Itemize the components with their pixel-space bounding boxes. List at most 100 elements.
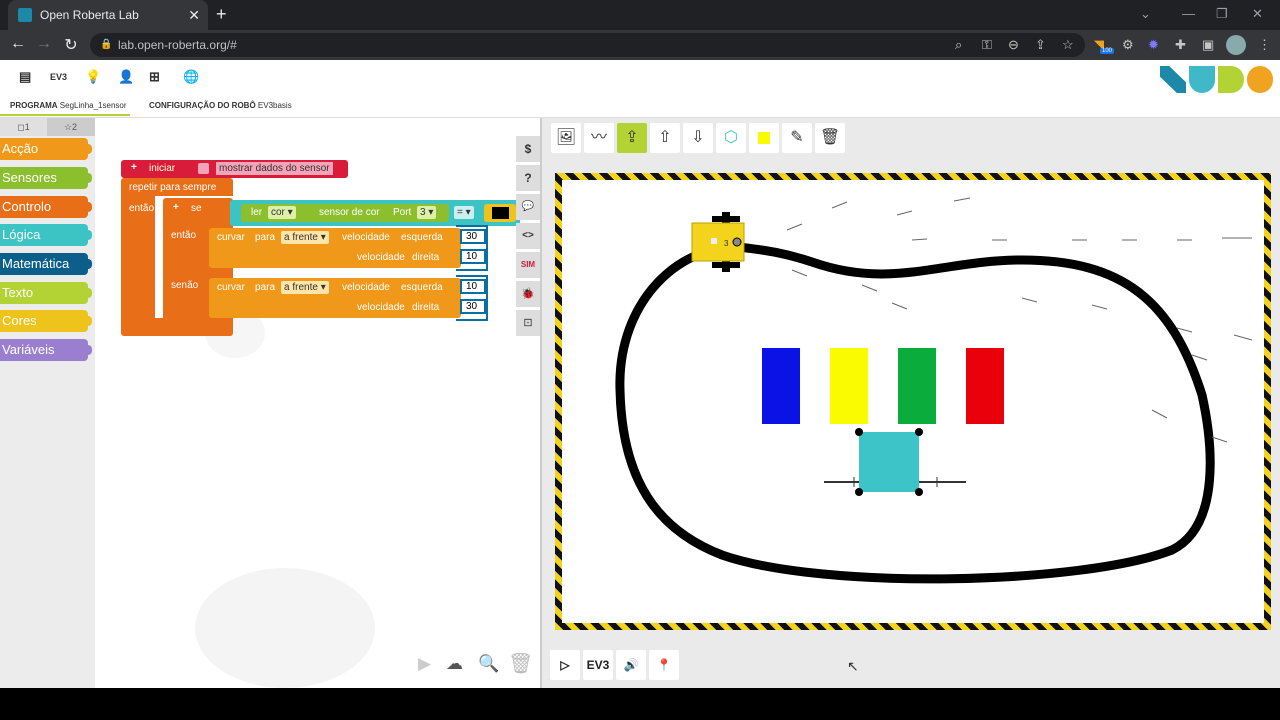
sim-upload-icon[interactable]: ⇧ — [650, 123, 680, 153]
extension-icon[interactable]: ⚙ — [1122, 37, 1134, 53]
category-logica[interactable]: Lógica — [0, 224, 92, 246]
search-icon[interactable]: ⌕ — [955, 37, 962, 53]
puzzle-icon[interactable]: ✚ — [1175, 37, 1186, 53]
gallery-grid-icon[interactable]: ⊞ — [149, 69, 160, 85]
reload-button[interactable]: ↻ — [61, 35, 81, 55]
program-menu-icon[interactable]: ▤ — [19, 69, 31, 85]
category-sensores[interactable]: Sensores — [0, 167, 92, 189]
sim-view-icon[interactable]: ⊡ — [516, 310, 540, 336]
then-right-label: direita — [412, 252, 440, 263]
obstacle-cyan[interactable] — [824, 428, 966, 496]
sidepanel-icon[interactable]: ▣ — [1202, 37, 1214, 53]
code-export-button[interactable]: $ — [516, 136, 540, 162]
turn-block-else[interactable]: curvar para a frente ▾ velocidade esquer… — [209, 278, 461, 318]
debug-bug-icon[interactable]: 🐞 — [516, 281, 540, 307]
toolbox-tab-2[interactable]: ☆2 — [47, 118, 94, 136]
tab-robot-config[interactable]: CONFIGURAÇÃO DO ROBÔ EV3basis — [149, 101, 292, 110]
trash-icon[interactable]: 🗑 — [508, 651, 533, 676]
color-black-swatch[interactable] — [492, 207, 509, 219]
sim-download-icon[interactable]: ⇩ — [683, 123, 713, 153]
browser-tab[interactable]: Open Roberta Lab ✕ — [8, 0, 208, 30]
color-value-block[interactable] — [484, 204, 516, 222]
user-icon[interactable]: 👤 — [118, 69, 134, 85]
source-code-button[interactable]: <> — [516, 223, 540, 249]
tab-search-chevron-icon[interactable]: ⌄ — [1140, 6, 1151, 22]
comment-button[interactable]: 💬 — [516, 194, 540, 220]
category-texto[interactable]: Texto — [0, 282, 92, 304]
then-left-label: esquerda — [401, 232, 443, 243]
port-dropdown[interactable]: 3 ▾ — [417, 206, 437, 219]
then-direction-dropdown[interactable]: a frente ▾ — [281, 231, 329, 244]
extension-gear-icon[interactable]: ✹ — [1148, 37, 1159, 53]
sim-ev3-button[interactable]: EV3 — [583, 650, 613, 680]
category-controlo[interactable]: Controlo — [0, 196, 92, 218]
green-color-block[interactable] — [898, 348, 936, 424]
operator-dropdown[interactable]: = ▾ — [454, 206, 474, 219]
taskbar — [0, 688, 1280, 720]
app-header: ▤ EV3 💡 👤 ⊞ 🌐 PROGRAMA SegLinha_1sensor … — [0, 60, 1280, 118]
tab-program[interactable]: PROGRAMA SegLinha_1sensor — [10, 101, 127, 110]
read-mode-dropdown[interactable]: cor ▾ — [268, 206, 296, 219]
zoom-icon[interactable]: ⊖ — [1008, 37, 1019, 53]
help-bulb-icon[interactable]: 💡 — [85, 69, 101, 85]
forward-button[interactable]: → — [34, 35, 54, 53]
run-program-icon[interactable]: ▶ — [418, 654, 431, 674]
else-left-label: esquerda — [401, 282, 443, 293]
start-block[interactable]: + iniciar mostrar dados do sensor — [121, 160, 348, 178]
sim-trail-icon[interactable]: 〰 — [584, 123, 614, 153]
key-icon[interactable]: ⚿ — [982, 37, 992, 53]
if-plus-icon[interactable]: + — [173, 202, 179, 213]
then-verb: curvar — [217, 232, 245, 243]
read-sensor-block[interactable]: ler cor ▾ sensor de cor Port 3 ▾ — [241, 204, 449, 222]
sim-import-icon[interactable]: ⇪ — [617, 123, 647, 153]
category-accao[interactable]: Acção — [0, 138, 92, 160]
sim-sound-button[interactable]: 🔊 — [616, 650, 646, 680]
sim-arena[interactable]: 3 — [555, 173, 1271, 630]
sim-play-button[interactable]: ▷ — [550, 650, 580, 680]
sim-location-button[interactable]: 📍 — [649, 650, 679, 680]
red-color-block[interactable] — [966, 348, 1004, 424]
close-window-button[interactable]: ✕ — [1252, 6, 1263, 22]
yellow-color-block[interactable] — [830, 348, 868, 424]
start-plus-icon[interactable]: + — [131, 162, 137, 173]
back-button[interactable]: ← — [8, 35, 28, 53]
robot-ev3[interactable]: 3 — [691, 212, 745, 272]
toolbox-tab-1[interactable]: ◻1 — [0, 118, 47, 136]
toolbox-tabs: ◻1 ☆2 — [0, 118, 95, 136]
share-icon[interactable]: ⇪ — [1035, 37, 1046, 53]
address-bar[interactable]: 🔒 lab.open-roberta.org/# — [90, 33, 1085, 57]
sim-eyedropper-icon[interactable]: ✎ — [782, 123, 812, 153]
turn-block-then[interactable]: curvar para a frente ▾ velocidade esquer… — [209, 228, 461, 268]
start-label: iniciar — [149, 163, 176, 174]
minimize-button[interactable]: — — [1182, 6, 1195, 21]
help-button[interactable]: ? — [516, 165, 540, 191]
bookmark-star-icon[interactable]: ☆ — [1062, 37, 1074, 53]
sensor-label: sensor de cor — [319, 207, 380, 218]
zoom-search-icon[interactable]: 🔍 — [478, 654, 499, 674]
sim-cube-icon[interactable]: ⬡ — [716, 123, 746, 153]
language-globe-icon[interactable]: 🌐 — [183, 69, 199, 85]
then-number-frame — [456, 225, 488, 271]
blockly-workspace: ◻1 ☆2 Acção Sensores Controlo Lógica Mat… — [0, 118, 540, 688]
category-variaveis[interactable]: Variáveis — [0, 339, 92, 361]
sim-image-icon[interactable]: 🖼 — [551, 123, 581, 153]
maximize-button[interactable]: ❐ — [1216, 6, 1228, 22]
if-label: se — [191, 203, 202, 214]
avatar[interactable] — [1226, 35, 1246, 55]
kebab-menu-icon[interactable]: ⋮ — [1258, 37, 1271, 53]
sim-color-picker-icon[interactable] — [749, 123, 779, 153]
new-tab-button[interactable]: + — [216, 4, 227, 25]
else-speed-left-label: velocidade — [342, 282, 390, 293]
robot-menu-ev3[interactable]: EV3 — [50, 72, 67, 82]
robot-port-label: 3 — [724, 239, 729, 248]
sim-trash-icon[interactable]: 🗑 — [815, 123, 845, 153]
blue-color-block[interactable] — [762, 348, 800, 424]
show-sensor-checkbox[interactable] — [198, 163, 209, 174]
category-cores[interactable]: Cores — [0, 310, 92, 332]
save-cloud-icon[interactable]: ☁ — [446, 654, 463, 674]
else-direction-dropdown[interactable]: a frente ▾ — [281, 281, 329, 294]
logo-e-icon — [1189, 66, 1215, 93]
tab-close-icon[interactable]: ✕ — [188, 7, 200, 24]
sim-button[interactable]: SIM — [516, 252, 540, 278]
category-matematica[interactable]: Matemática — [0, 253, 92, 275]
